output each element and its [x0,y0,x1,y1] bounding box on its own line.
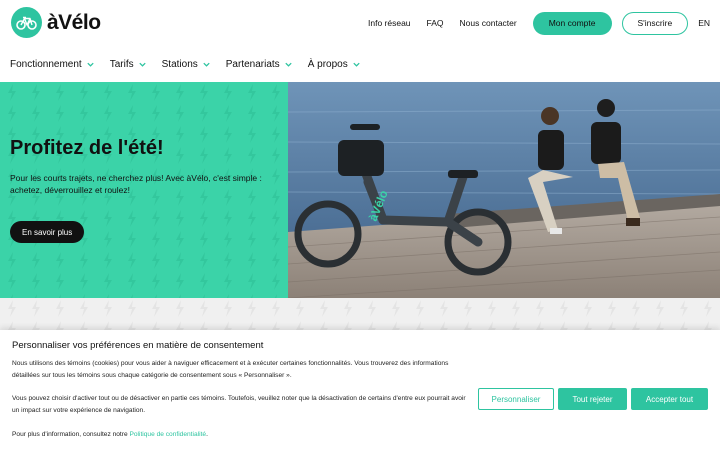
nav-item-a-propos[interactable]: À propos [308,59,361,70]
chevron-down-icon [203,62,210,67]
hero-panel: Profitez de l'été! Pour les courts traje… [0,82,288,298]
faq-link[interactable]: FAQ [427,18,444,28]
logo[interactable]: àVélo [11,7,101,38]
learn-more-button[interactable]: En savoir plus [10,221,85,243]
consent-title: Personnaliser vos préférences en matière… [12,340,264,351]
consent-period: . [206,431,208,438]
chevron-down-icon [353,62,360,67]
nav-item-stations[interactable]: Stations [162,59,211,70]
privacy-policy-link[interactable]: Politique de confidentialité [129,431,206,438]
hero-title: Profitez de l'été! [10,137,164,159]
chevron-down-icon [285,62,292,67]
chevron-down-icon [138,62,146,67]
hero-image: àVélo [288,82,720,298]
main-nav: Fonctionnement Tarifs Stations Partenari… [0,46,720,82]
sign-up-button[interactable]: S'inscrire [621,11,689,35]
consent-banner: Personnaliser vos préférences en matière… [0,330,720,450]
brand-name: àVélo [47,10,101,34]
contact-link[interactable]: Nous contacter [460,18,517,28]
consent-paragraph-1: Nous utilisons des témoins (cookies) pou… [12,360,449,379]
nav-item-fonctionnement[interactable]: Fonctionnement [10,59,95,70]
my-account-button[interactable]: Mon compte [532,11,612,35]
nav-item-label: Fonctionnement [10,58,82,70]
nav-item-label: Stations [161,58,198,70]
nav-item-partenariats[interactable]: Partenariats [226,59,293,70]
customize-button[interactable]: Personnaliser [478,388,554,410]
language-switch[interactable]: EN [698,18,710,28]
nav-item-label: Partenariats [225,58,280,70]
consent-paragraph-2: Vous pouvez choisir d'activer tout ou de… [12,395,466,414]
hero-text: Pour les courts trajets, ne cherchez plu… [10,173,262,195]
bicycle-icon [11,7,42,38]
accept-all-button[interactable]: Accepter tout [631,388,708,410]
hero: Profitez de l'été! Pour les courts traje… [0,82,720,298]
header: àVélo Info réseau FAQ Nous contacter Mon… [0,0,720,46]
nav-item-label: À propos [307,58,348,70]
reject-all-button[interactable]: Tout rejeter [558,388,627,410]
chevron-down-icon [87,62,94,67]
top-links: Info réseau FAQ Nous contacter Mon compt… [368,0,720,46]
nav-item-label: Tarifs [109,58,134,70]
consent-paragraph-3: Pour plus d'information, consultez notre… [12,429,472,441]
consent-more-info-text: Pour plus d'information, consultez notre [12,431,130,438]
network-info-link[interactable]: Info réseau [368,18,411,28]
nav-item-tarifs[interactable]: Tarifs [110,59,147,70]
